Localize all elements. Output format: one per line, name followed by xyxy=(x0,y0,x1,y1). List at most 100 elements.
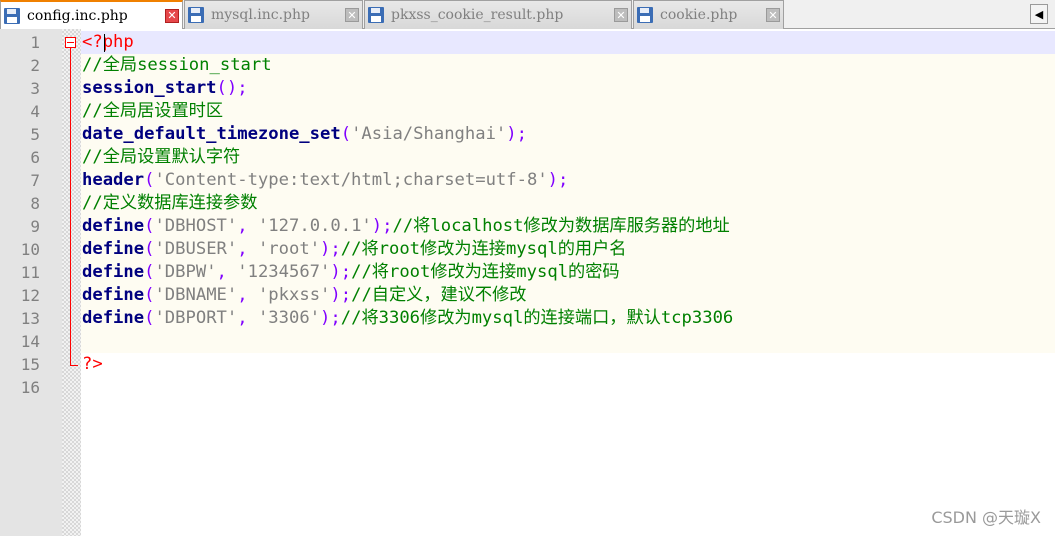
tab-close-icon[interactable]: ✕ xyxy=(345,8,359,22)
watermark: CSDN @天璇X xyxy=(931,508,1041,527)
tab-close-icon[interactable]: ✕ xyxy=(165,8,179,23)
line-number: 7 xyxy=(30,171,40,190)
code-token: header xyxy=(82,170,145,190)
code-token: , xyxy=(237,239,258,259)
code-token: ( xyxy=(144,239,155,259)
code-token: //全局session_start xyxy=(82,55,272,75)
tab-pkxss-cookie-result-php[interactable]: pkxss_cookie_result.php ✕ xyxy=(364,0,632,29)
code-token: //全局设置默认字符 xyxy=(82,147,241,167)
line-number: 12 xyxy=(20,286,40,305)
code-token: ( xyxy=(144,262,155,282)
tab-bar: config.inc.php ✕ mysql.inc.php ✕ pkxss_c… xyxy=(0,0,1055,29)
code-token: 'DBPORT' xyxy=(154,308,238,328)
line-number: 5 xyxy=(30,125,40,144)
fold-margin[interactable] xyxy=(62,29,81,536)
code-token: define xyxy=(82,239,145,259)
line-number: 14 xyxy=(20,332,40,351)
code-token: //将localhost修改为数据库服务器的地址 xyxy=(392,216,730,236)
code-token: ( xyxy=(144,308,155,328)
line-number: 8 xyxy=(30,194,40,213)
code-token: 'DBNAME' xyxy=(154,285,238,305)
tab-config-inc-php[interactable]: config.inc.php ✕ xyxy=(0,0,183,29)
code-line[interactable]: <?php xyxy=(82,31,134,54)
tab-mysql-inc-php[interactable]: mysql.inc.php ✕ xyxy=(184,0,363,29)
line-number: 15 xyxy=(20,355,40,374)
line-number: 16 xyxy=(20,378,40,397)
code-token: define xyxy=(82,216,145,236)
code-line[interactable]: //全局居设置时区 xyxy=(82,100,223,123)
code-line[interactable]: header('Content-type:text/html;charset=u… xyxy=(82,169,568,192)
code-line[interactable]: //全局session_start xyxy=(82,54,272,77)
code-token: ( xyxy=(144,170,155,190)
code-line[interactable]: define('DBPW', '1234567');//将root修改为连接my… xyxy=(82,261,620,284)
save-state-icon xyxy=(4,7,20,24)
code-line[interactable]: define('DBPORT', '3306');//将3306修改为mysql… xyxy=(82,307,733,330)
code-token: 'root' xyxy=(257,239,321,259)
chevron-left-icon: ◀ xyxy=(1034,7,1044,21)
code-token: define xyxy=(82,308,145,328)
tab-label: mysql.inc.php xyxy=(211,7,310,23)
code-token: , xyxy=(237,308,258,328)
line-number: 13 xyxy=(20,309,40,328)
save-state-icon xyxy=(368,7,384,23)
code-token: define xyxy=(82,285,145,305)
line-number: 9 xyxy=(30,217,40,236)
code-token: ); xyxy=(320,308,341,328)
tab-label: config.inc.php xyxy=(27,7,128,24)
code-token: ); xyxy=(371,216,393,236)
line-number: 3 xyxy=(30,79,40,98)
line-number: 4 xyxy=(30,102,40,121)
tab-close-icon[interactable]: ✕ xyxy=(614,8,628,22)
code-line[interactable]: define('DBNAME', 'pkxss');//自定义，建议不修改 xyxy=(82,284,526,307)
line-number: 1 xyxy=(30,33,40,52)
code-token: php xyxy=(102,32,134,52)
code-line[interactable]: date_default_timezone_set('Asia/Shanghai… xyxy=(82,123,527,146)
code-line[interactable]: ?> xyxy=(82,353,103,376)
line-number: 10 xyxy=(20,240,40,259)
text-caret xyxy=(104,34,105,52)
tab-cookie-php[interactable]: cookie.php ✕ xyxy=(633,0,784,29)
code-token: session_start xyxy=(82,78,217,98)
save-state-icon xyxy=(188,7,204,23)
line-number: 6 xyxy=(30,148,40,167)
code-token: date_default_timezone_set xyxy=(82,124,341,144)
code-token: //将3306修改为mysql的连接端口，默认tcp3306 xyxy=(340,308,734,328)
code-token: , xyxy=(237,285,258,305)
code-token: ); xyxy=(320,239,341,259)
code-line[interactable]: //定义数据库连接参数 xyxy=(82,192,257,215)
code-line[interactable]: session_start(); xyxy=(82,77,248,100)
code-token: '127.0.0.1' xyxy=(257,216,372,236)
code-token: ?> xyxy=(82,354,103,374)
save-state-icon xyxy=(637,7,653,23)
current-line-highlight xyxy=(81,31,1055,54)
fold-range-line xyxy=(70,48,71,366)
code-token: //将root修改为连接mysql的用户名 xyxy=(340,239,627,259)
code-token: , xyxy=(216,262,238,282)
code-token: <? xyxy=(82,32,103,52)
code-token: ); xyxy=(547,170,569,190)
code-token: ( xyxy=(144,216,155,236)
code-token: '1234567' xyxy=(237,262,331,282)
code-token: define xyxy=(82,262,145,282)
line-number: 11 xyxy=(20,263,40,282)
code-token: //自定义，建议不修改 xyxy=(351,285,527,305)
code-line[interactable]: //全局设置默认字符 xyxy=(82,146,240,169)
code-token: (); xyxy=(216,78,248,98)
fold-range-end xyxy=(70,365,78,366)
code-token: 'DBPW' xyxy=(154,262,217,282)
code-line[interactable]: define('DBHOST', '127.0.0.1');//将localho… xyxy=(82,215,730,238)
fold-collapse-icon[interactable] xyxy=(65,37,76,48)
code-line[interactable]: define('DBUSER', 'root');//将root修改为连接mys… xyxy=(82,238,626,261)
code-token: ); xyxy=(330,285,352,305)
tab-close-icon[interactable]: ✕ xyxy=(766,8,780,22)
code-token: 'DBHOST' xyxy=(154,216,238,236)
code-token: //将root修改为连接mysql的密码 xyxy=(351,262,620,282)
code-token: '3306' xyxy=(257,308,321,328)
code-token: ( xyxy=(340,124,352,144)
tab-scroll-left-button[interactable]: ◀ xyxy=(1030,4,1048,24)
line-number: 2 xyxy=(30,56,40,75)
code-token: //全局居设置时区 xyxy=(82,101,224,121)
code-token: , xyxy=(237,216,258,236)
code-token: 'DBUSER' xyxy=(154,239,238,259)
code-token: 'pkxss' xyxy=(257,285,331,305)
